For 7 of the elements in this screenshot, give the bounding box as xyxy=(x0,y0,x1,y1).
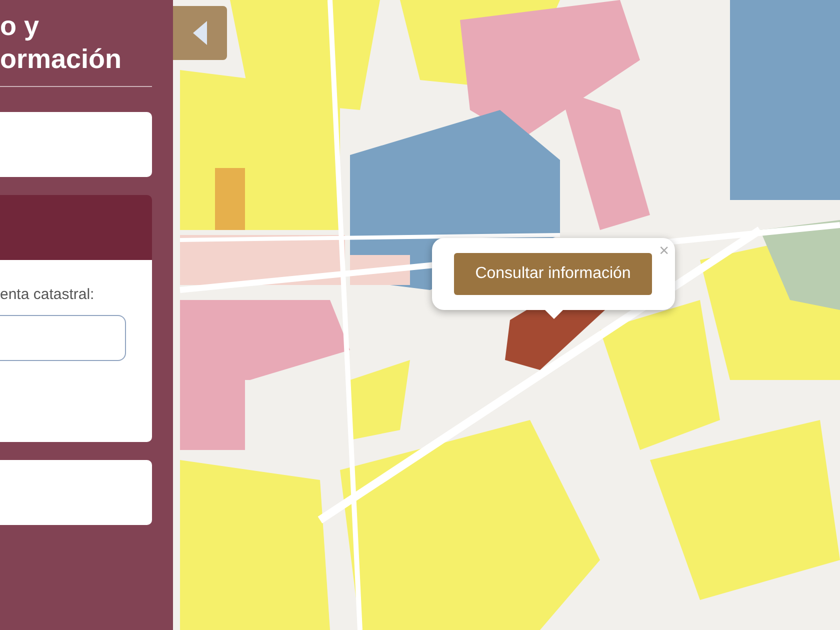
field-label: enta catastral: xyxy=(0,286,96,303)
input-field[interactable] xyxy=(0,315,126,361)
consult-button[interactable]: Consultar información xyxy=(454,253,652,295)
collapse-button[interactable] xyxy=(173,6,227,60)
close-button[interactable]: × xyxy=(659,242,669,260)
panel-title: o y ormación xyxy=(0,10,123,76)
triangle-icon xyxy=(192,21,208,45)
